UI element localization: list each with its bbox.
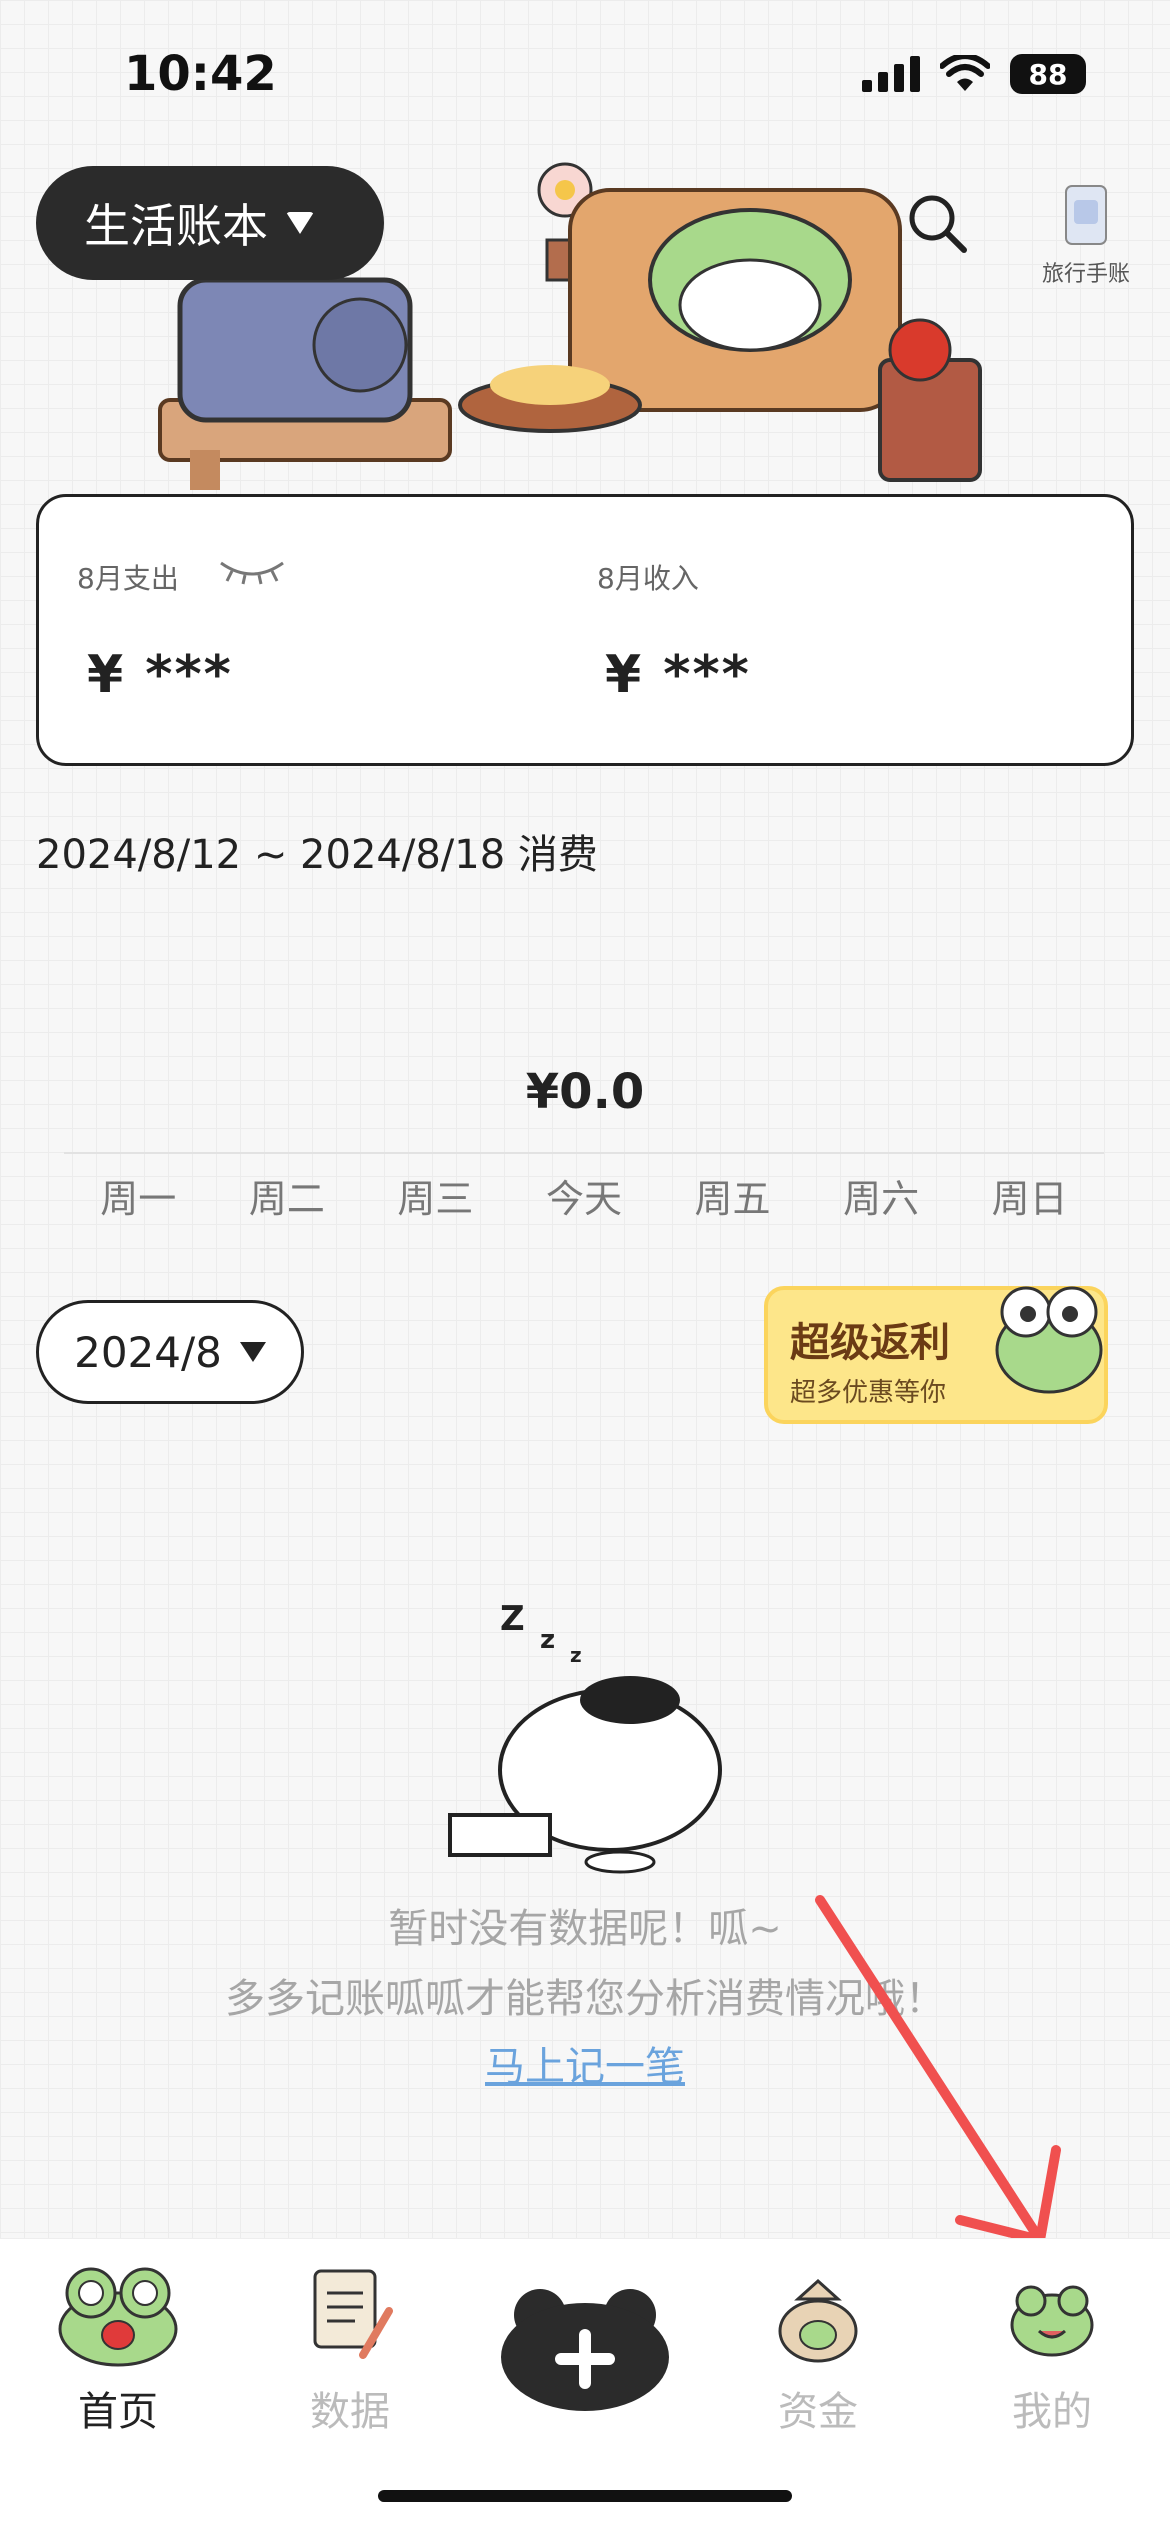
travel-journal-icon	[1065, 185, 1107, 245]
week-total: ¥0.0	[525, 1064, 645, 1120]
tab-data-label: 数据	[310, 2389, 390, 2435]
day-label[interactable]: 周日	[992, 1168, 1068, 1223]
day-label[interactable]: 周一	[100, 1168, 176, 1223]
promo-title: 超级返利	[790, 1320, 950, 1366]
book-name: 生活账本	[84, 199, 268, 253]
hide-amount-icon[interactable]	[217, 555, 287, 585]
frog-mascot-icon	[995, 1286, 1103, 1394]
expense-label: 8月支出	[77, 562, 179, 595]
svg-text:z: z	[540, 1625, 555, 1655]
week-range-title: 2024/8/12 ~ 2024/8/18 消费	[36, 832, 598, 878]
svg-text:z: z	[570, 1643, 582, 1667]
search-icon[interactable]	[908, 194, 968, 254]
book-selector[interactable]: 生活账本	[36, 166, 384, 280]
tab-funds-label: 资金	[778, 2389, 858, 2435]
plus-icon	[501, 2289, 669, 2411]
day-label[interactable]: 周六	[843, 1168, 919, 1223]
month-selector[interactable]: 2024/8	[36, 1300, 304, 1404]
signal-icon	[862, 56, 920, 92]
day-label-today[interactable]: 今天	[546, 1168, 622, 1223]
home-frog-icon	[58, 2267, 178, 2367]
svg-text:Z: Z	[500, 1599, 525, 1639]
expense-value: ¥ ***	[87, 645, 233, 705]
tab-bar: 首页 数据 资金 我的	[0, 2238, 1170, 2533]
promo-subtitle: 超多优惠等你	[790, 1378, 947, 1408]
week-divider	[64, 1152, 1104, 1154]
day-label[interactable]: 周三	[397, 1168, 473, 1223]
annotation-arrow	[815, 1895, 1061, 2245]
income-label: 8月收入	[597, 562, 699, 595]
weekday-row: 周一 周二 周三 今天 周五 周六 周日	[64, 1168, 1104, 1223]
tab-mine[interactable]: 我的	[962, 2259, 1142, 2437]
battery-icon: 88	[1010, 54, 1086, 94]
day-label[interactable]: 周五	[695, 1168, 771, 1223]
month-value: 2024/8	[74, 1327, 222, 1377]
travel-journal-button[interactable]: 旅行手账	[1036, 180, 1136, 288]
money-bag-icon	[778, 2278, 858, 2363]
sleeping-frog-icon: Z z z	[448, 1599, 722, 1874]
tab-home-label: 首页	[78, 2389, 158, 2435]
add-record-link-text[interactable]: 马上记一笔	[485, 2044, 685, 2090]
travel-journal-label: 旅行手账	[1041, 262, 1130, 287]
notebook-icon	[313, 2269, 393, 2359]
dropdown-icon	[239, 1342, 266, 1362]
status-icons: 88	[862, 54, 1086, 94]
day-label[interactable]: 周二	[249, 1168, 325, 1223]
status-time: 10:42	[124, 46, 277, 102]
tab-data[interactable]: 数据	[260, 2259, 440, 2437]
wifi-icon	[940, 55, 990, 91]
add-record-button[interactable]	[500, 2283, 670, 2417]
income-value: ¥ ***	[605, 645, 751, 705]
tab-mine-label: 我的	[1012, 2389, 1092, 2435]
frog-face-icon	[1010, 2285, 1094, 2357]
tab-funds[interactable]: 资金	[728, 2259, 908, 2437]
promo-banner[interactable]: 超级返利 超多优惠等你	[764, 1286, 1108, 1424]
dropdown-icon	[286, 212, 314, 234]
home-indicator	[378, 2490, 792, 2502]
monthly-summary-card: 8月支出 ¥ *** 8月收入 ¥ ***	[36, 494, 1134, 766]
tab-home[interactable]: 首页	[28, 2259, 208, 2437]
